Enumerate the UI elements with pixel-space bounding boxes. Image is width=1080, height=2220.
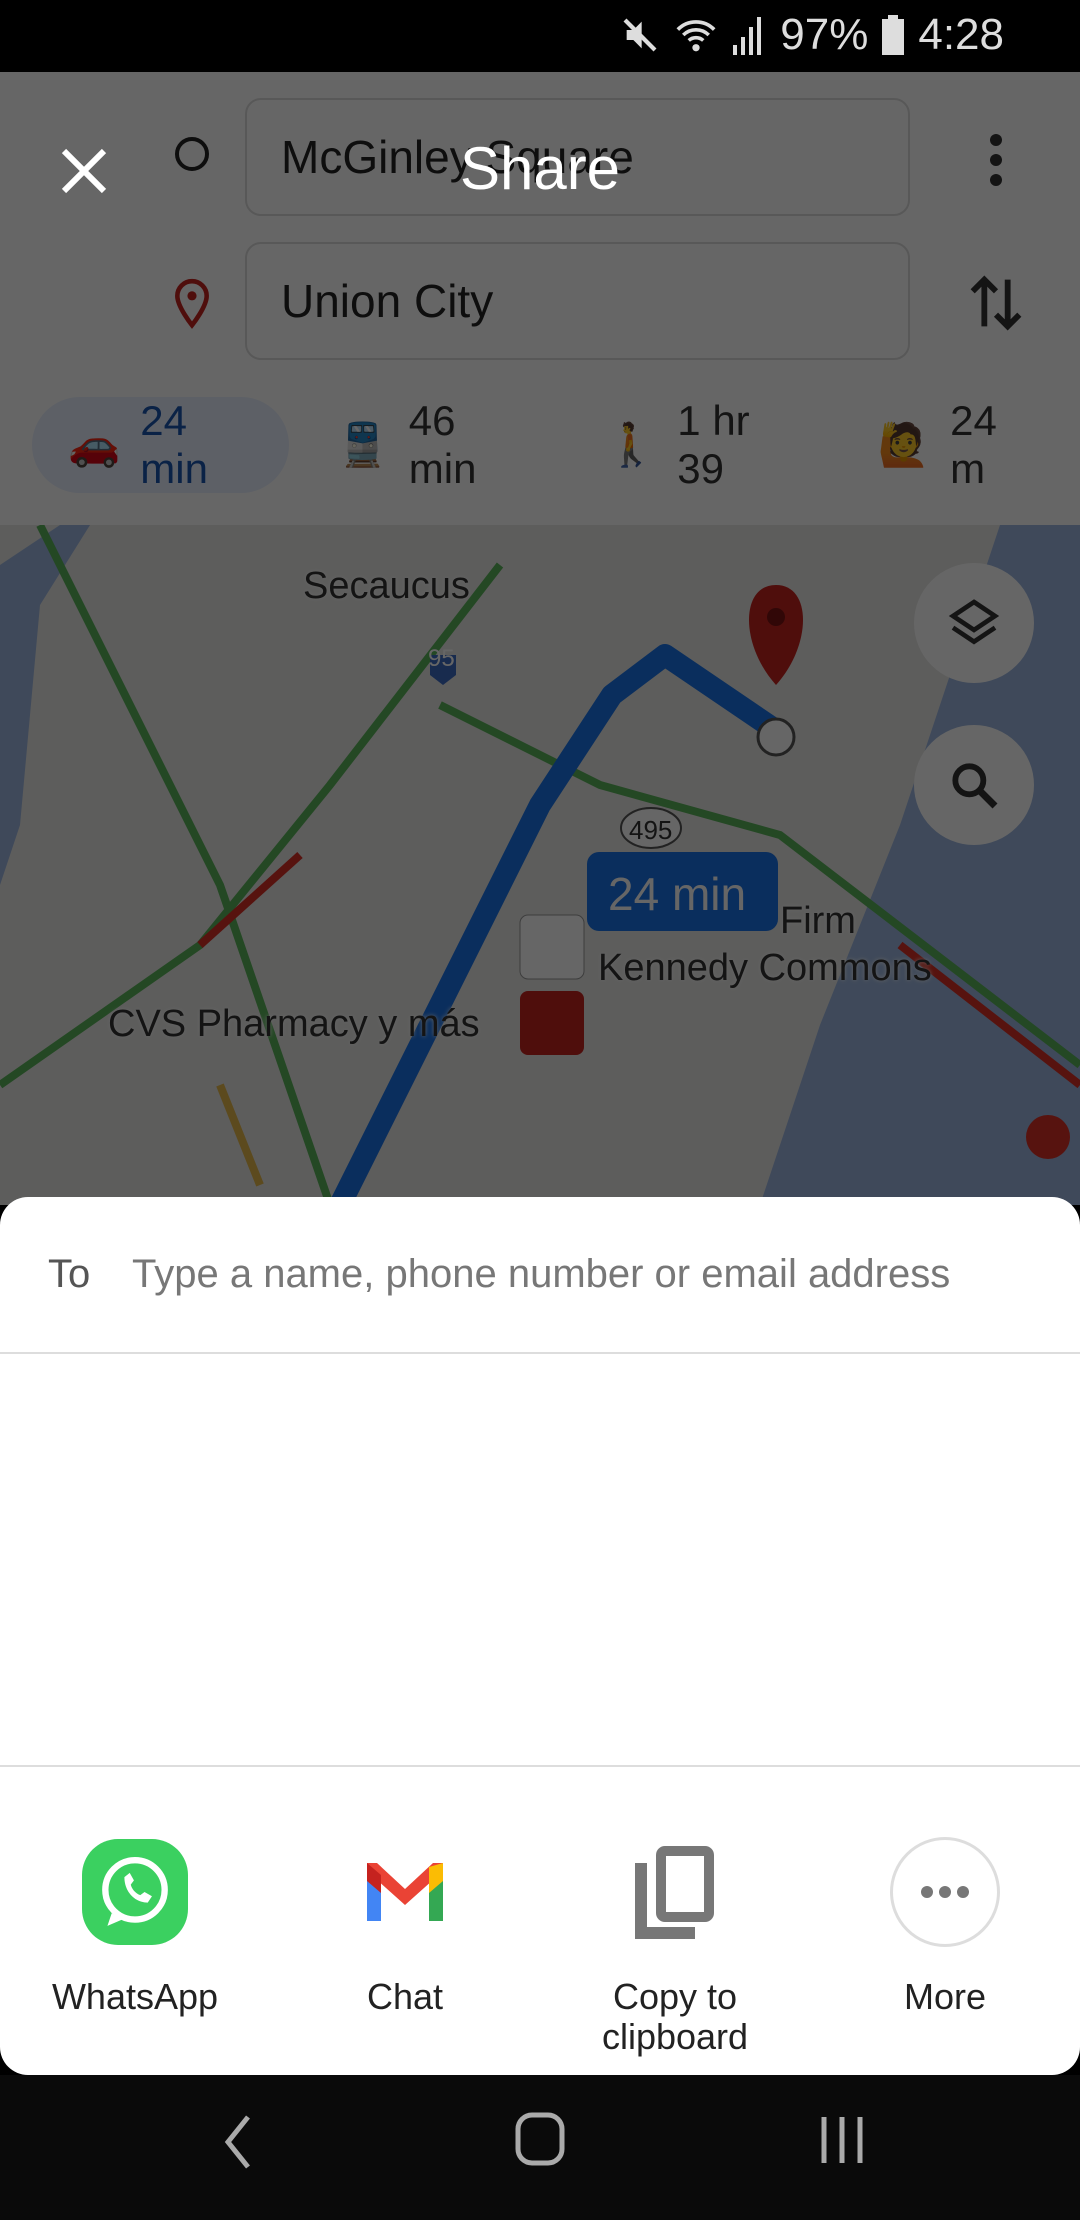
destination-field[interactable]: Union City bbox=[245, 242, 910, 360]
map-search-button[interactable] bbox=[914, 725, 1034, 845]
status-bar: 97% 4:28 bbox=[0, 0, 1080, 72]
more-options-icon[interactable] bbox=[978, 132, 1014, 188]
recipient-input[interactable] bbox=[132, 1252, 1032, 1297]
share-sheet: To WhatsApp Chat Copy to clipboard More bbox=[0, 1197, 1080, 2075]
interstate-95-shield: 95 bbox=[428, 645, 455, 672]
map-label-cvs: CVS Pharmacy y más bbox=[108, 1003, 480, 1045]
mode-walking[interactable]: 🚶 1 hr 39 bbox=[569, 397, 830, 493]
destination-pin-icon bbox=[175, 278, 209, 329]
directions-header: McGinley Square Union City 🚗 24 min 🚆 46 m… bbox=[0, 72, 1080, 525]
swap-icon[interactable] bbox=[968, 270, 1024, 336]
map-label-secaucus: Secaucus bbox=[303, 565, 470, 607]
route-time-label[interactable]: 24 min bbox=[608, 867, 746, 921]
more-icon bbox=[890, 1837, 1000, 1947]
divider bbox=[0, 1765, 1080, 1767]
mode-driving[interactable]: 🚗 24 min bbox=[32, 397, 289, 493]
train-icon: 🚆 bbox=[336, 420, 389, 468]
layers-icon bbox=[948, 599, 1000, 645]
recents-icon[interactable] bbox=[818, 2115, 866, 2165]
copy-icon bbox=[620, 1837, 730, 1947]
walk-icon: 🚶 bbox=[605, 420, 658, 468]
origin-field[interactable]: McGinley Square bbox=[245, 98, 910, 216]
map[interactable]: Secaucus 95 495 24 min Firm Kennedy Comm… bbox=[0, 525, 1080, 1205]
close-icon[interactable] bbox=[58, 145, 110, 197]
share-chat[interactable]: Chat bbox=[270, 1837, 540, 2057]
recipient-row: To bbox=[0, 1197, 1080, 1354]
gmail-icon bbox=[350, 1837, 460, 1947]
wifi-icon bbox=[676, 20, 716, 52]
back-icon[interactable] bbox=[220, 2113, 254, 2171]
map-label-mattress-firm: Firm bbox=[780, 900, 856, 942]
navigation-bar bbox=[0, 2075, 1080, 2220]
share-whatsapp[interactable]: WhatsApp bbox=[0, 1837, 270, 2057]
signal-icon bbox=[733, 17, 762, 55]
search-icon bbox=[952, 763, 998, 809]
ride-icon: 🙋 bbox=[877, 420, 931, 468]
share-copy[interactable]: Copy to clipboard bbox=[540, 1837, 810, 2057]
home-icon[interactable] bbox=[514, 2111, 566, 2167]
battery-icon bbox=[882, 15, 905, 55]
to-label: To bbox=[48, 1252, 91, 1296]
mode-transit[interactable]: 🚆 46 min bbox=[301, 397, 558, 493]
origin-circle-icon bbox=[175, 137, 209, 171]
layers-button[interactable] bbox=[914, 563, 1034, 683]
battery-percent: 97% bbox=[780, 10, 869, 59]
map-label-kennedy-commons: Kennedy Commons bbox=[598, 947, 932, 989]
route-495-shield: 495 bbox=[629, 815, 673, 845]
share-more[interactable]: More bbox=[810, 1837, 1080, 2057]
share-targets: WhatsApp Chat Copy to clipboard More bbox=[0, 1837, 1080, 2057]
mode-ride[interactable]: 🙋 24 m bbox=[842, 397, 1068, 493]
clock: 4:28 bbox=[918, 10, 1004, 59]
car-icon: 🚗 bbox=[68, 420, 121, 468]
whatsapp-icon bbox=[80, 1837, 190, 1947]
travel-modes: 🚗 24 min 🚆 46 min 🚶 1 hr 39 🙋 24 m bbox=[32, 397, 1080, 493]
mute-icon bbox=[623, 18, 657, 52]
